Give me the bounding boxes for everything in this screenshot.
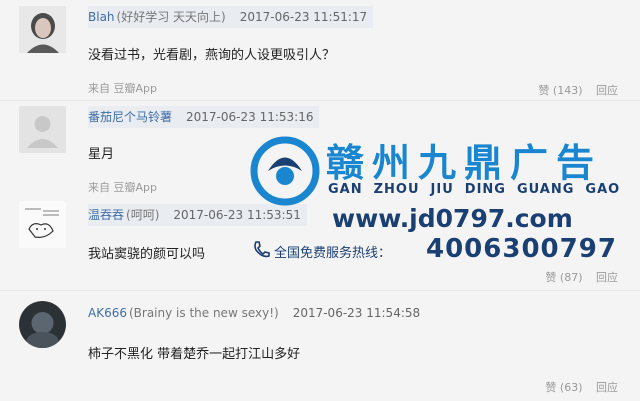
comment-text: 星月 — [88, 147, 115, 162]
like-count: (63) — [559, 381, 583, 394]
user-avatar[interactable] — [19, 6, 66, 53]
reply-button[interactable]: 回应 — [596, 84, 618, 97]
user-avatar[interactable] — [19, 301, 66, 348]
user-avatar[interactable] — [19, 201, 66, 248]
avatar-photo — [19, 6, 66, 53]
comment-text: 我站窦骁的颜可以吗 — [88, 247, 206, 262]
username-link[interactable]: Blah — [88, 10, 115, 24]
comment-meta: 番茄尼个马铃薯 2017-06-23 11:53:16 — [88, 106, 320, 128]
comment-source: 来自 豆瓣App — [88, 179, 157, 195]
comment-text: 柿子不黑化 带着楚乔一起打江山多好 — [88, 347, 301, 362]
user-signature: (好好学习 天天向上) — [116, 10, 226, 24]
comment-meta: Blah (好好学习 天天向上) 2017-06-23 11:51:17 — [88, 6, 374, 28]
source-app-link[interactable]: 豆瓣App — [114, 181, 158, 194]
comment-actions: 赞 (87) 回应 — [535, 269, 618, 285]
comment-time: 2017-06-23 11:53:51 — [173, 208, 301, 222]
comment-meta: 温吞吞 (呵呵) 2017-06-23 11:53:51 — [88, 204, 307, 226]
like-count: (87) — [559, 271, 583, 284]
like-label: 赞 — [538, 84, 550, 97]
comment-4: AK666 (Brainy is the new sexy!) 2017-06-23… — [0, 291, 640, 401]
comment-actions: 赞 (143) 回应 — [528, 82, 618, 98]
user-signature: (Brainy is the new sexy!) — [128, 306, 279, 320]
comment-time: 2017-06-23 11:53:16 — [186, 110, 314, 124]
cartoon-avatar — [19, 201, 66, 248]
like-button[interactable]: 赞 (143) — [538, 84, 582, 97]
username-link[interactable]: AK666 — [88, 306, 127, 320]
user-avatar[interactable] — [19, 106, 66, 153]
comment-text: 没看过书，光看剧，燕询的人设更吸引人？ — [88, 48, 336, 63]
comment-meta: AK666 (Brainy is the new sexy!) 2017-06-23… — [88, 302, 420, 324]
source-prefix: 来自 — [88, 82, 110, 95]
username-link[interactable]: 温吞吞 — [88, 208, 124, 222]
username-link[interactable]: 番茄尼个马铃薯 — [88, 110, 172, 124]
user-signature: (呵呵) — [126, 208, 160, 222]
like-button[interactable]: 赞 (87) — [545, 271, 582, 284]
comment-time: 2017-06-23 11:54:58 — [292, 306, 421, 320]
reply-button[interactable]: 回应 — [596, 271, 618, 284]
source-prefix: 来自 — [88, 181, 110, 194]
like-label: 赞 — [545, 271, 557, 284]
comment-actions: 赞 (63) 回应 — [535, 379, 618, 395]
reply-button[interactable]: 回应 — [596, 381, 618, 394]
like-button[interactable]: 赞 (63) — [545, 381, 582, 394]
comment-source: 来自 豆瓣App — [88, 80, 157, 96]
avatar-photo — [19, 301, 66, 348]
comment-2: 番茄尼个马铃薯 2017-06-23 11:53:16 星月 来自 豆瓣App — [0, 101, 640, 197]
source-app-link[interactable]: 豆瓣App — [114, 82, 158, 95]
like-label: 赞 — [545, 381, 557, 394]
comment-1: Blah (好好学习 天天向上) 2017-06-23 11:51:17 没看过书，… — [0, 0, 640, 100]
like-count: (143) — [552, 84, 583, 97]
default-avatar-icon — [19, 106, 66, 153]
comment-time: 2017-06-23 11:51:17 — [239, 10, 368, 24]
comment-3: 温吞吞 (呵呵) 2017-06-23 11:53:51 我站窦骁的颜可以吗 赞 (… — [0, 197, 640, 289]
